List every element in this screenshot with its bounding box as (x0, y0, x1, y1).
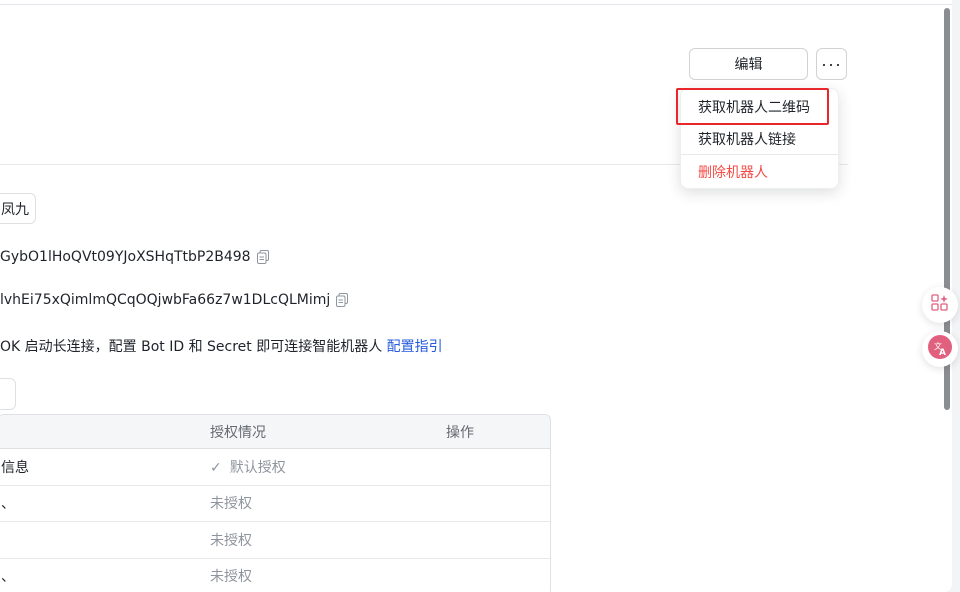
table-row: 信息 ✓ 默认授权 (0, 449, 550, 486)
bot-id-row: GybO1lHoQVt09YJoXSHqTtbP2B498 (0, 249, 269, 265)
table-row: 、 未授权 (0, 559, 550, 592)
sdk-text: OK 启动长连接，配置 Bot ID 和 Secret 即可连接智能机器人 (0, 339, 387, 355)
auth-status: 未授权 (210, 569, 252, 586)
copy-icon[interactable] (256, 250, 269, 264)
menu-item-delete-bot[interactable]: 删除机器人 (681, 156, 838, 188)
header-action: 操作 (446, 424, 474, 441)
permission-name: 、 (1, 569, 15, 586)
auth-status-text: 默认授权 (229, 459, 286, 476)
top-divider (0, 4, 952, 5)
bot-id-value: GybO1lHoQVt09YJoXSHqTtbP2B498 (0, 249, 251, 265)
filter-box[interactable] (0, 378, 16, 410)
menu-divider (681, 154, 838, 155)
permission-name: 信息 (1, 459, 29, 476)
edit-button[interactable]: 编辑 (689, 48, 808, 80)
menu-item-get-qrcode[interactable]: 获取机器人二维码 (681, 91, 838, 123)
secret-value: lvhEi75xQimlmQCqOQjwbFa66z7w1DLcQLMimj (0, 292, 331, 308)
bot-name-tag: 凤九 (0, 193, 36, 224)
table-row: 未授权 (0, 522, 550, 559)
sdk-description: OK 启动长连接，配置 Bot ID 和 Secret 即可连接智能机器人 配置… (0, 336, 443, 356)
menu-item-get-link[interactable]: 获取机器人链接 (681, 123, 838, 155)
auth-status: ✓ 默认授权 (210, 457, 446, 477)
check-icon: ✓ (210, 459, 222, 476)
translate-float-button[interactable]: 文A (922, 331, 958, 367)
apps-icon (931, 294, 949, 316)
secret-row: lvhEi75xQimlmQCqOQjwbFa66z7w1DLcQLMimj (0, 292, 349, 308)
more-button[interactable]: ··· (816, 48, 847, 80)
auth-status: 未授权 (210, 532, 252, 549)
apps-float-button[interactable] (922, 287, 958, 323)
permission-table: 授权情况 操作 信息 ✓ 默认授权 、 未授权 未授权 、 未授权 (0, 414, 551, 592)
more-icon: ··· (821, 53, 842, 74)
bot-name: 凤九 (1, 201, 29, 218)
auth-status: 未授权 (210, 496, 252, 513)
copy-icon[interactable] (336, 293, 349, 307)
translate-icon: 文A (927, 334, 953, 364)
svg-text:A: A (939, 348, 946, 358)
permission-name: 、 (1, 496, 15, 513)
more-actions-menu: 获取机器人二维码 获取机器人链接 删除机器人 (680, 88, 839, 189)
table-header: 授权情况 操作 (0, 415, 550, 449)
config-guide-link[interactable]: 配置指引 (387, 339, 443, 355)
header-auth-status: 授权情况 (210, 424, 266, 441)
bot-detail-panel: 编辑 ··· 凤九 GybO1lHoQVt09YJoXSHqTtbP2B498 … (0, 0, 952, 592)
table-row: 、 未授权 (0, 486, 550, 522)
